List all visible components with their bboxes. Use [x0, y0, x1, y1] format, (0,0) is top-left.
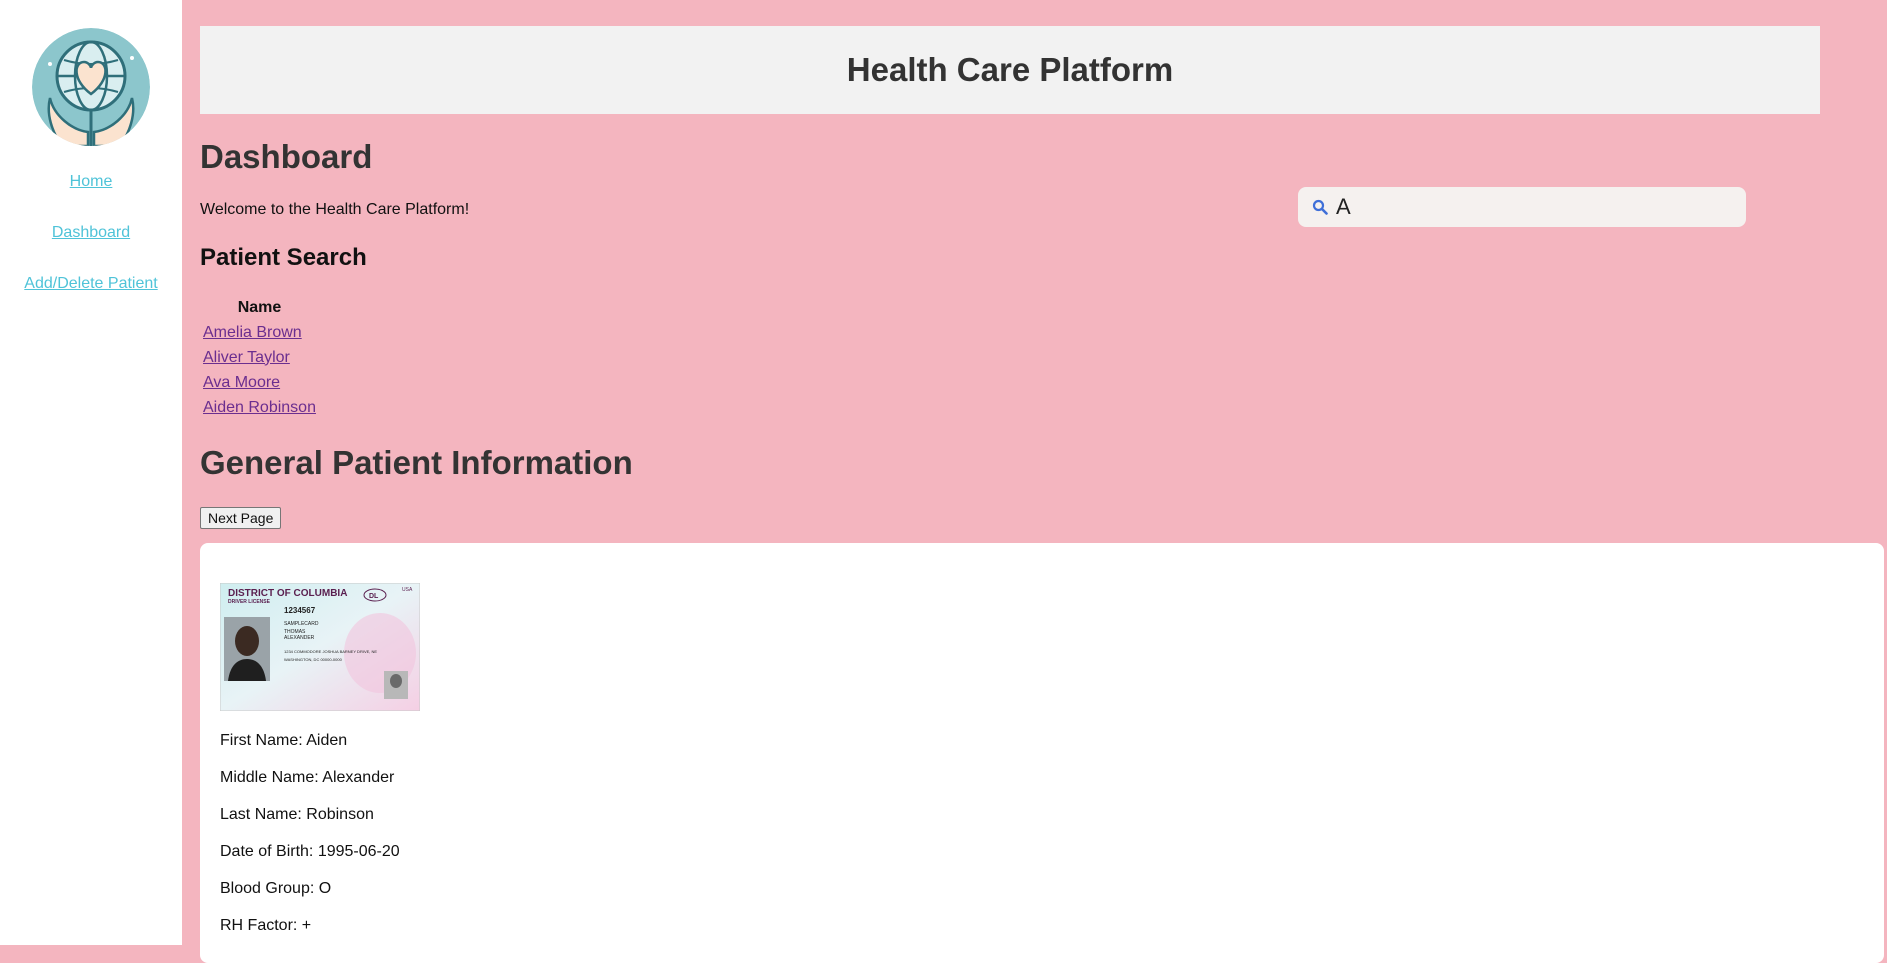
- patient-search-input[interactable]: [1334, 193, 1738, 221]
- table-row: Amelia Brown: [200, 320, 319, 345]
- rh-factor-field: RH Factor: +: [220, 917, 312, 934]
- svg-text:DISTRICT OF COLUMBIA: DISTRICT OF COLUMBIA: [228, 588, 347, 599]
- header-bar: Health Care Platform: [200, 26, 1820, 114]
- blood-group-field: Blood Group: O: [220, 880, 332, 897]
- next-page-button[interactable]: Next Page: [200, 507, 282, 529]
- patient-result-link[interactable]: Aliver Taylor: [203, 349, 290, 366]
- svg-text:DL: DL: [369, 593, 379, 600]
- svg-text:1234 COMMODORE JOSHUA BARNEY D: 1234 COMMODORE JOSHUA BARNEY DRIVE, NE: [284, 649, 377, 654]
- patient-results-table: Name Amelia Brown Aliver Taylor Ava Moor…: [200, 296, 319, 420]
- table-row: Ava Moore: [200, 370, 319, 395]
- svg-text:WASHINGTON, DC 00000-0000: WASHINGTON, DC 00000-0000: [284, 657, 343, 662]
- driver-license-image: DISTRICT OF COLUMBIA DRIVER LICENSE DL U…: [220, 583, 420, 711]
- svg-text:SAMPLECARD: SAMPLECARD: [284, 621, 319, 627]
- svg-text:DRIVER LICENSE: DRIVER LICENSE: [228, 599, 271, 605]
- last-name-field: Last Name: Robinson: [220, 806, 374, 823]
- search-box: [1298, 187, 1746, 227]
- patient-search-title: Patient Search: [200, 244, 367, 271]
- table-row: Aliver Taylor: [200, 345, 319, 370]
- sidebar: Home Dashboard Add/Delete Patient: [0, 0, 182, 945]
- svg-text:USA: USA: [402, 587, 413, 593]
- patient-result-link[interactable]: Ava Moore: [203, 374, 280, 391]
- patient-result-link[interactable]: Amelia Brown: [203, 324, 302, 341]
- welcome-text: Welcome to the Health Care Platform!: [200, 201, 470, 218]
- nav-add-delete-patient-link[interactable]: Add/Delete Patient: [0, 275, 182, 293]
- nav-home-link[interactable]: Home: [0, 173, 182, 191]
- patient-info-card: DISTRICT OF COLUMBIA DRIVER LICENSE DL U…: [200, 543, 1884, 963]
- page-header-title: Health Care Platform: [846, 51, 1174, 88]
- logo-icon: [32, 28, 150, 146]
- first-name-field: First Name: Aiden: [220, 732, 348, 749]
- nav-dashboard-link[interactable]: Dashboard: [0, 224, 182, 242]
- dashboard-title: Dashboard: [200, 138, 373, 175]
- date-of-birth-field: Date of Birth: 1995-06-20: [220, 843, 400, 860]
- search-icon: [1312, 199, 1328, 215]
- table-row: Aiden Robinson: [200, 395, 319, 420]
- name-column-header: Name: [237, 299, 282, 316]
- middle-name-field: Middle Name: Alexander: [220, 769, 395, 786]
- svg-text:1234567: 1234567: [284, 606, 316, 615]
- patient-result-link[interactable]: Aiden Robinson: [203, 399, 316, 416]
- svg-text:ALEXANDER: ALEXANDER: [284, 635, 315, 641]
- general-info-title: General Patient Information: [200, 444, 633, 481]
